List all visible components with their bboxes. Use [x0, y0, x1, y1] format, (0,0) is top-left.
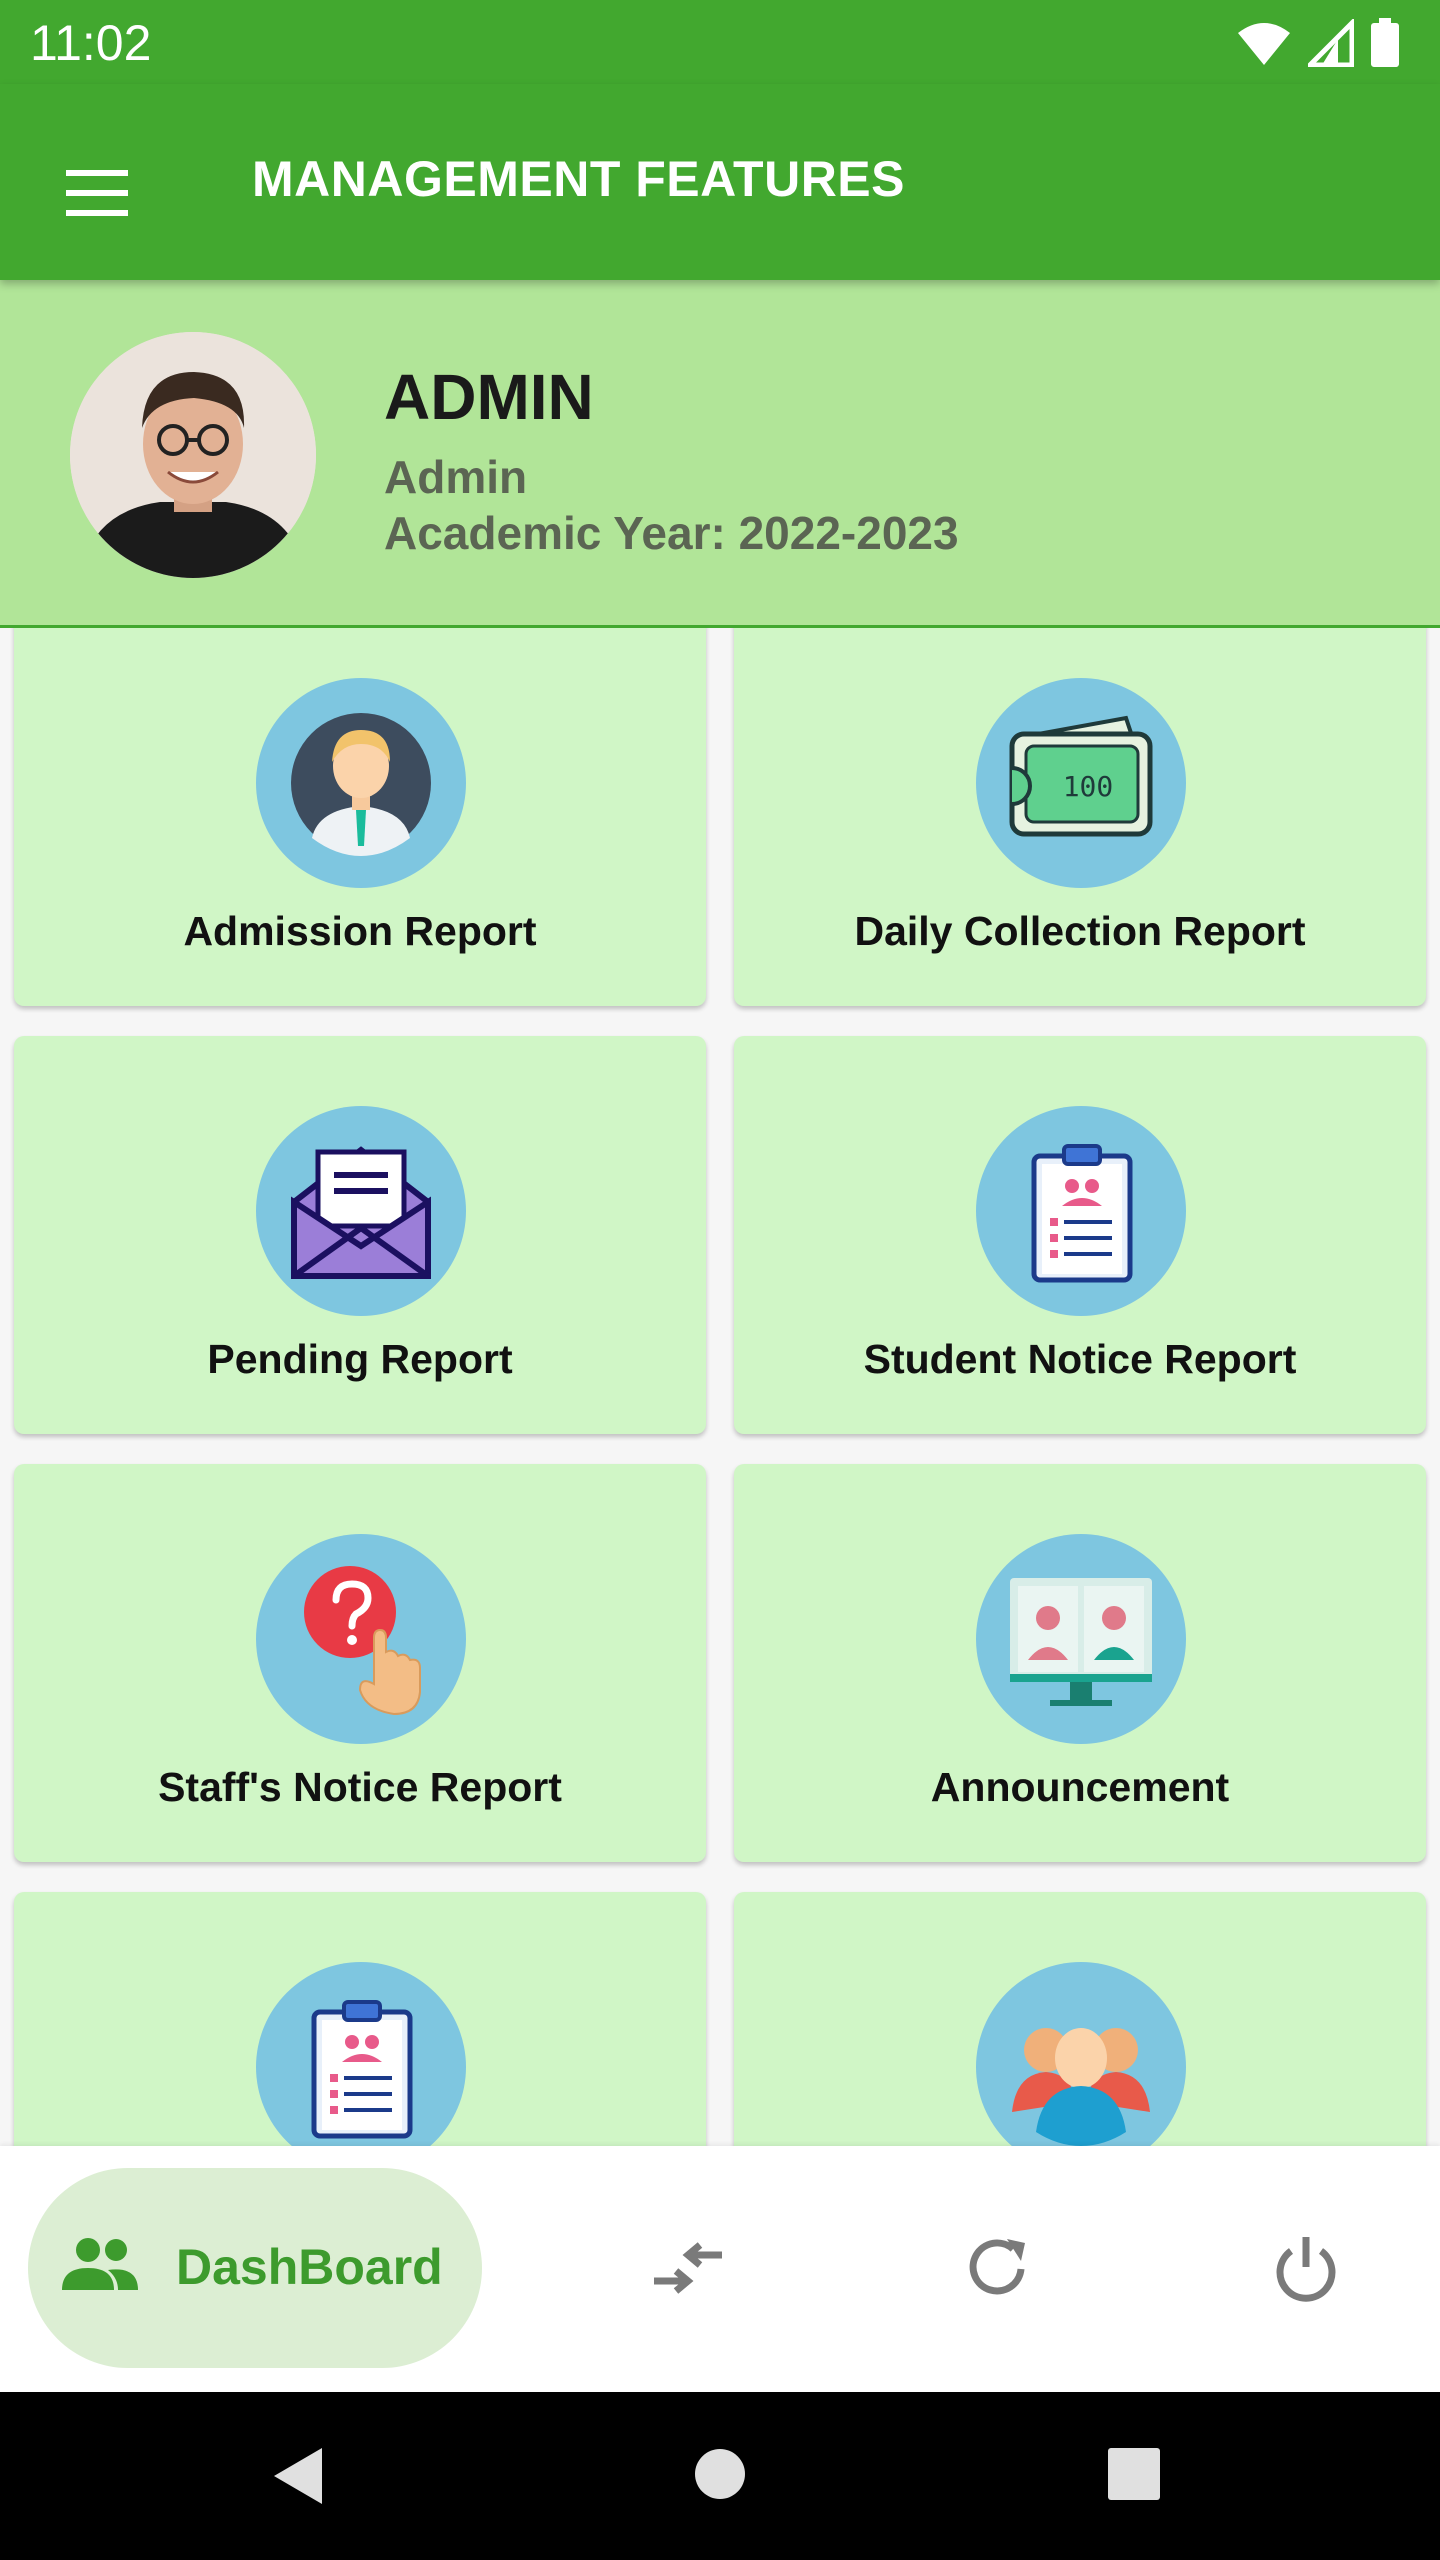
status-icons [1236, 18, 1400, 68]
money-wallet-icon: 100 [976, 678, 1186, 888]
menu-icon[interactable] [52, 148, 142, 238]
admission-report-card[interactable]: Admission Report [14, 628, 706, 1006]
pending-report-card[interactable]: Pending Report [14, 1036, 706, 1434]
staff-notice-report-card[interactable]: Staff's Notice Report [14, 1464, 706, 1862]
avatar [70, 332, 316, 578]
power-icon [1276, 2237, 1336, 2302]
refresh-button[interactable] [936, 2206, 1060, 2330]
feature-card[interactable] [14, 1892, 706, 2146]
power-button[interactable] [1244, 2206, 1368, 2330]
feature-label: Pending Report [207, 1336, 513, 1382]
battery-icon [1371, 18, 1399, 67]
switch-icon [654, 2242, 722, 2294]
features-grid: Admission Report 100 Daily Collection Re… [0, 628, 1440, 2146]
people-icon [62, 2238, 138, 2290]
profile-header: ADMIN Admin Academic Year: 2022-2023 [0, 280, 1440, 628]
feature-label: Staff's Notice Report [158, 1764, 562, 1810]
back-icon[interactable] [270, 2446, 326, 2506]
switch-button[interactable] [626, 2206, 750, 2330]
feature-label: Announcement [930, 1764, 1230, 1810]
daily-collection-report-card[interactable]: 100 Daily Collection Report [734, 628, 1426, 1006]
feature-label: Admission Report [183, 908, 537, 954]
cell-signal-icon [1308, 19, 1354, 67]
envelope-icon [256, 1106, 466, 1316]
group-people-icon [976, 1962, 1186, 2146]
question-pointer-icon [256, 1534, 466, 1744]
wifi-icon [1238, 23, 1290, 65]
app-bar: MANAGEMENT FEATURES [0, 84, 1440, 280]
status-bar: 11:02 [0, 0, 1440, 84]
refresh-icon [969, 2239, 1025, 2295]
status-time: 11:02 [30, 15, 152, 71]
home-icon[interactable] [694, 2448, 746, 2500]
profile-role: Admin [384, 451, 528, 503]
announcement-card[interactable]: Announcement [734, 1464, 1426, 1862]
academic-year: Academic Year: 2022-2023 [384, 507, 959, 559]
clipboard-icon [976, 1106, 1186, 1316]
profile-name: ADMIN [384, 361, 594, 433]
svg-text:100: 100 [1063, 770, 1114, 803]
clipboard-icon [256, 1962, 466, 2146]
nav-dashboard-button[interactable]: DashBoard [28, 2168, 482, 2368]
video-call-monitor-icon [976, 1534, 1186, 1744]
bottom-nav: DashBoard [0, 2146, 1440, 2392]
nav-dashboard-label: DashBoard [176, 2239, 443, 2295]
recents-icon[interactable] [1108, 2448, 1160, 2500]
feature-card[interactable] [734, 1892, 1426, 2146]
student-avatar-icon [256, 678, 466, 888]
feature-label: Student Notice Report [863, 1336, 1297, 1382]
feature-label: Daily Collection Report [854, 908, 1306, 954]
page-title: MANAGEMENT FEATURES [252, 151, 906, 207]
student-notice-report-card[interactable]: Student Notice Report [734, 1036, 1426, 1434]
system-nav-bar [0, 2392, 1440, 2560]
